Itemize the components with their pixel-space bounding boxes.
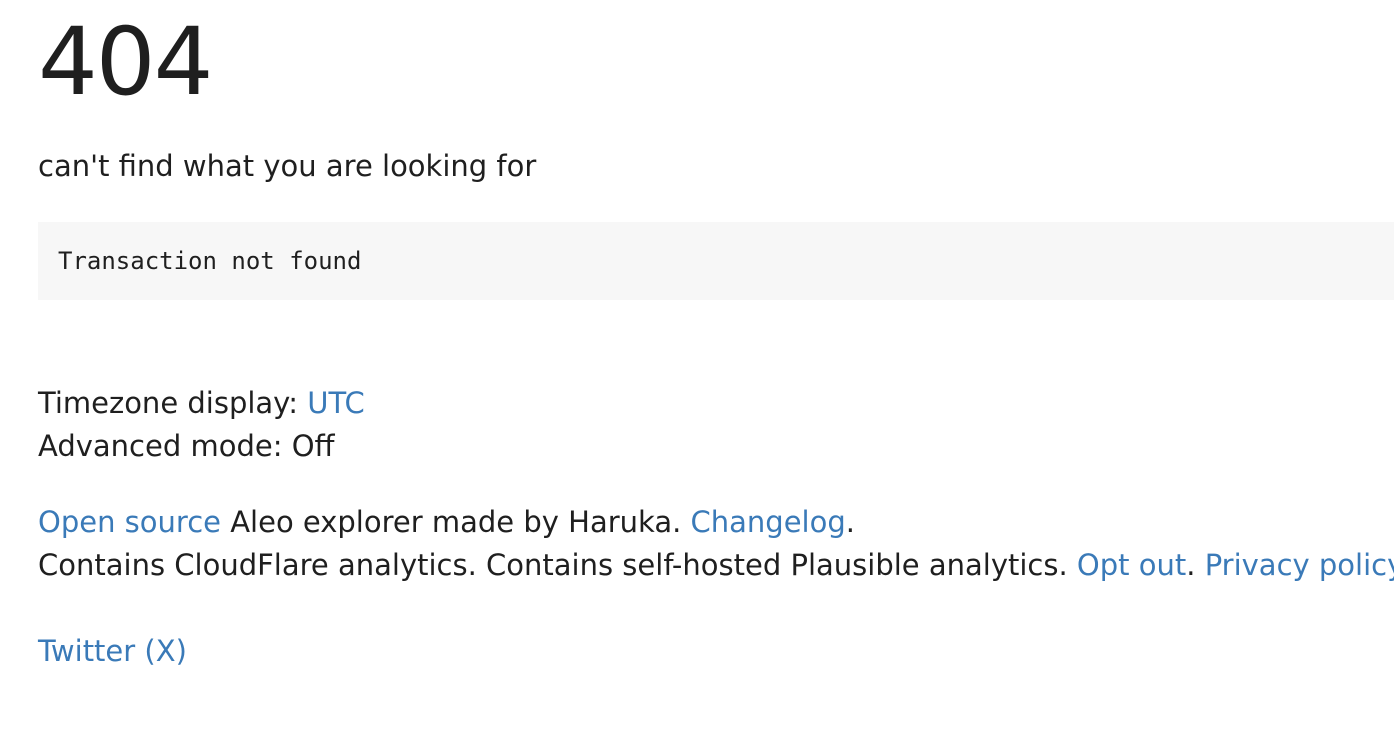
changelog-link[interactable]: Changelog	[691, 505, 846, 539]
period: .	[845, 505, 855, 539]
error-code: 404	[38, 8, 213, 117]
timezone-setting: Timezone display: UTC	[38, 383, 365, 423]
timezone-label: Timezone display:	[38, 386, 308, 420]
advanced-mode-setting: Advanced mode: Off	[38, 426, 335, 466]
error-detail-box: Transaction not found	[38, 222, 1394, 300]
privacy-policy-link[interactable]: Privacy policy	[1205, 548, 1394, 582]
error-message: can't find what you are looking for	[38, 149, 537, 183]
made-by-text: Aleo explorer made by Haruka.	[220, 505, 691, 539]
twitter-link[interactable]: Twitter (X)	[38, 634, 187, 668]
advanced-mode-value: Off	[291, 429, 335, 463]
opt-out-link[interactable]: Opt out	[1077, 548, 1186, 582]
analytics-text: Contains CloudFlare analytics. Contains …	[38, 548, 1077, 582]
separator: .	[1186, 548, 1205, 582]
credits-line: Open source Aleo explorer made by Haruka…	[38, 502, 855, 542]
timezone-toggle-link[interactable]: UTC	[307, 386, 365, 420]
error-detail: Transaction not found	[58, 247, 362, 275]
advanced-mode-label: Advanced mode:	[38, 429, 292, 463]
open-source-link[interactable]: Open source	[38, 505, 221, 539]
social-line: Twitter (X)	[38, 631, 187, 671]
analytics-line: Contains CloudFlare analytics. Contains …	[38, 545, 1394, 585]
